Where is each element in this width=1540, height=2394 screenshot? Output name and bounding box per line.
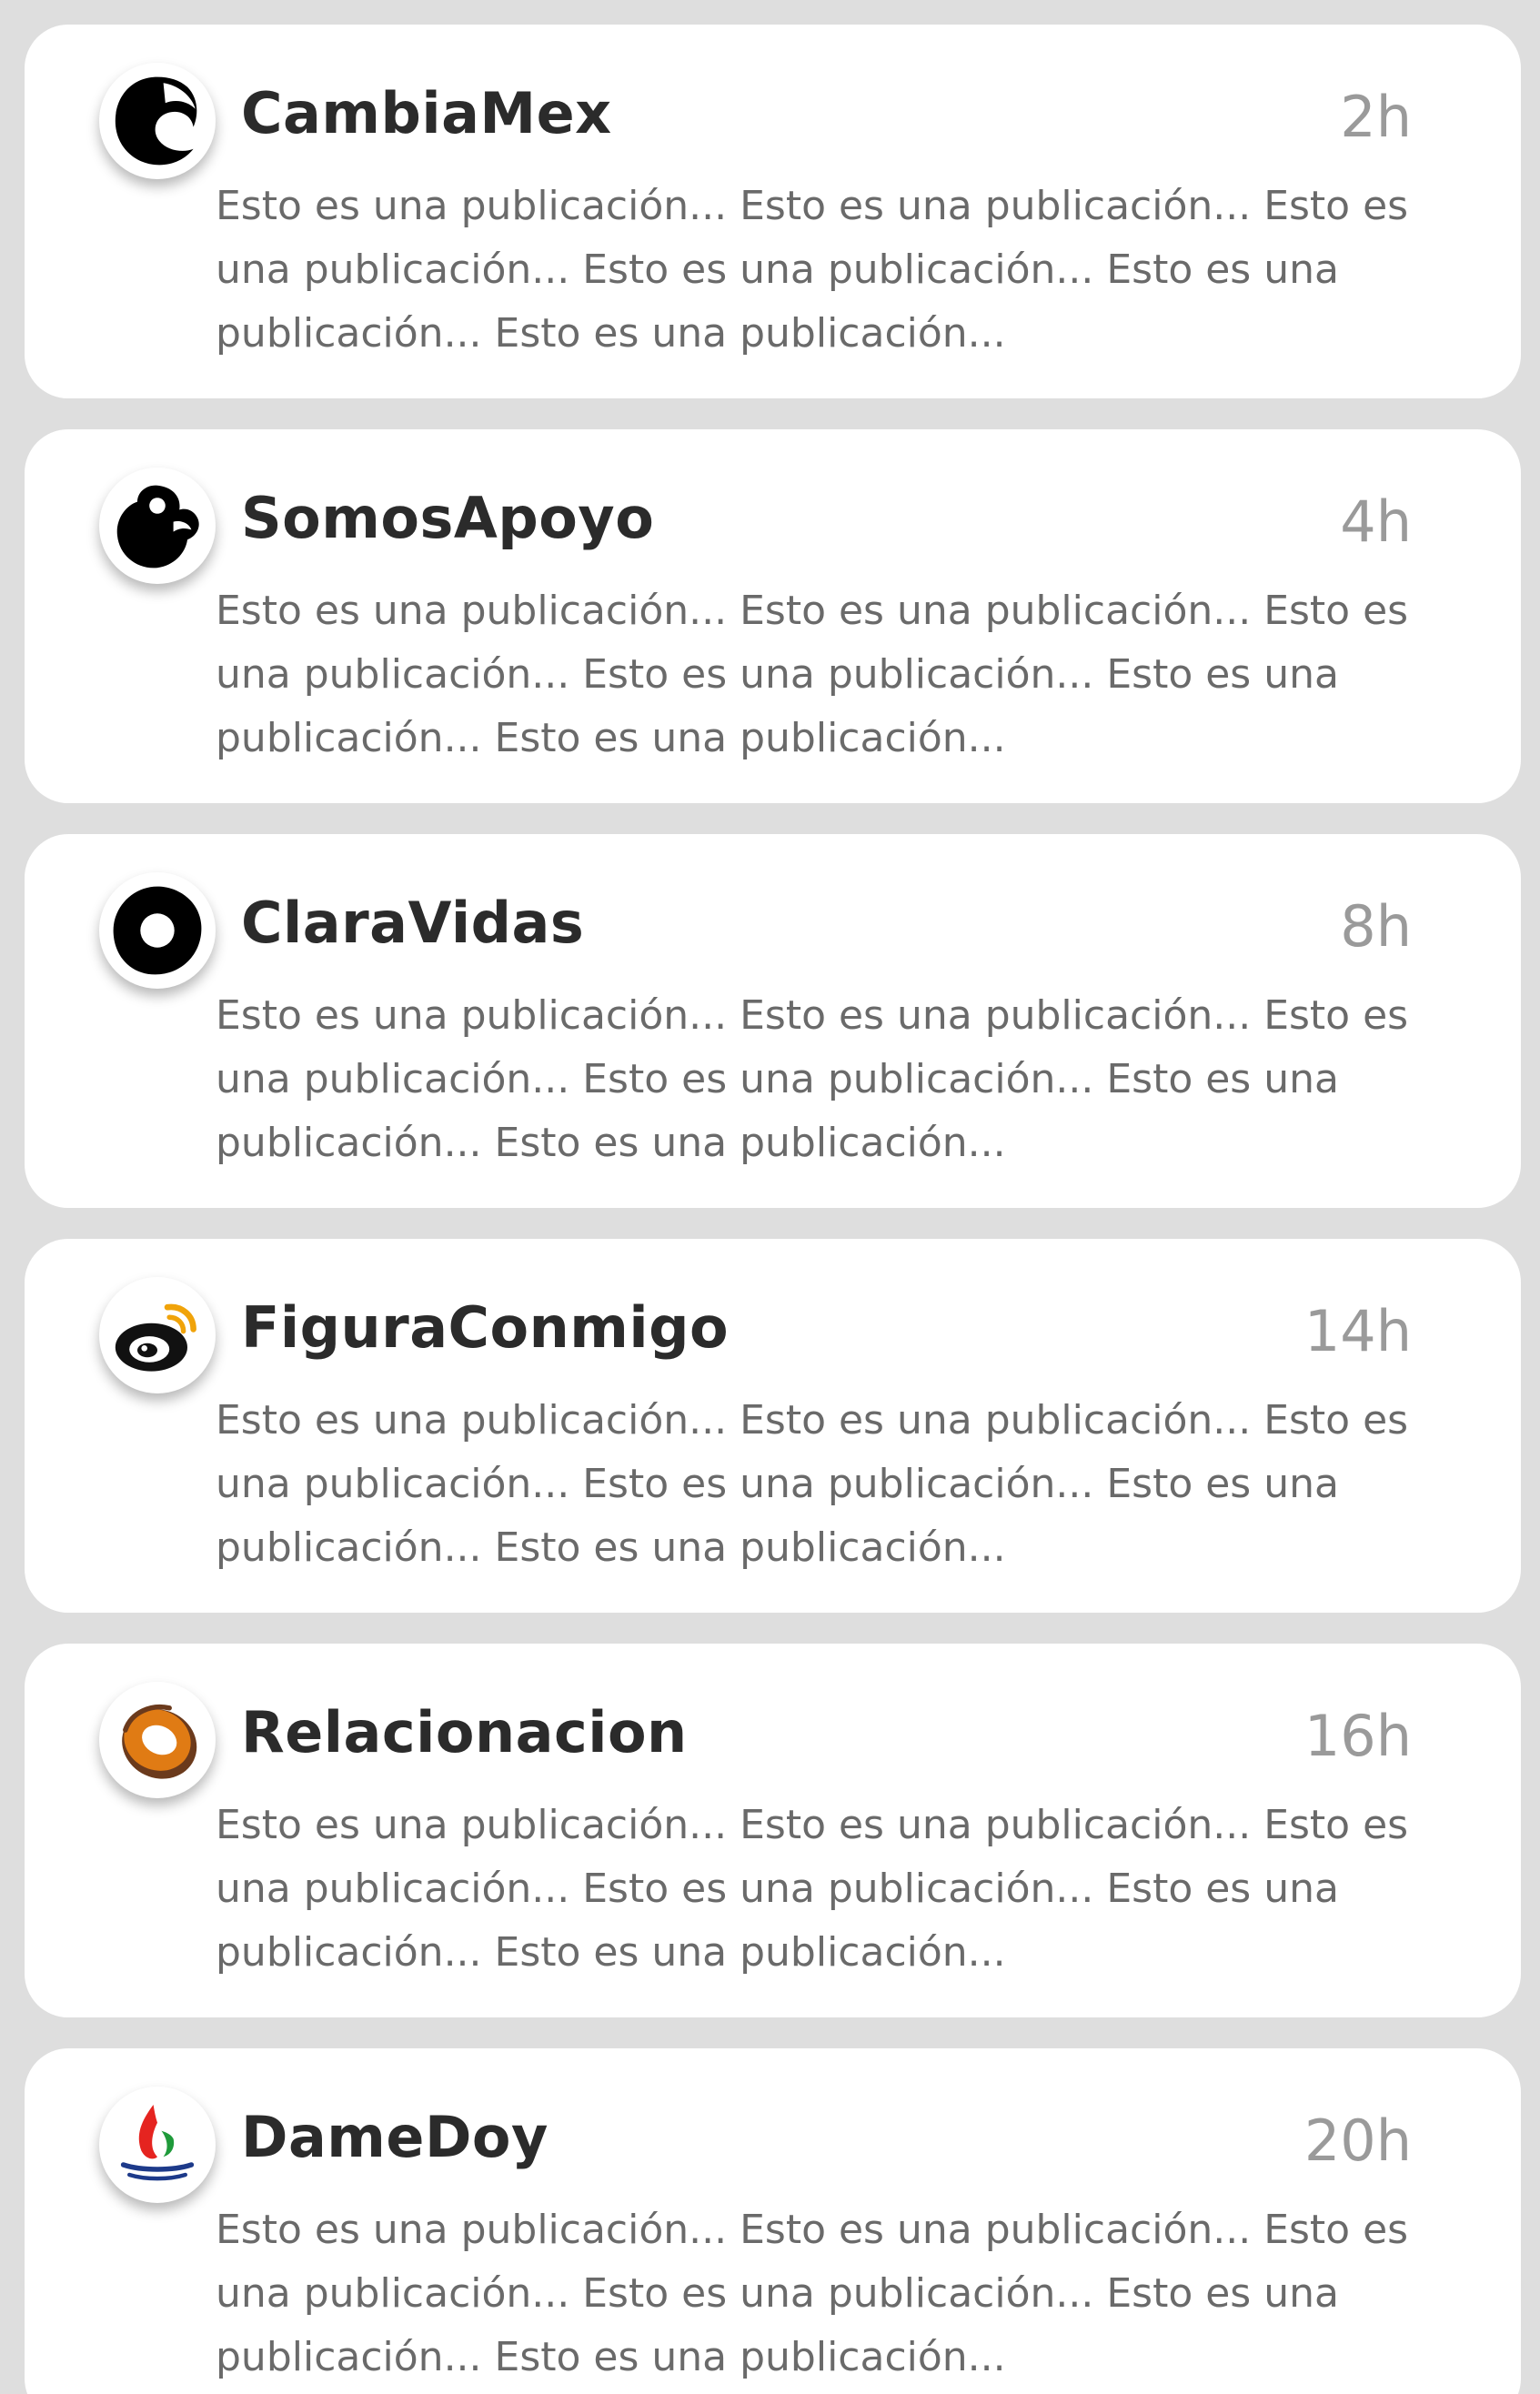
cambiamex-logo-icon[interactable] bbox=[99, 63, 216, 179]
post-timestamp: 2h bbox=[1340, 84, 1412, 150]
post-text: Esto es una publicación... Esto es una p… bbox=[216, 2207, 1409, 2380]
somosapoyo-logo-icon[interactable] bbox=[99, 468, 216, 584]
post-author-name[interactable]: FiguraConmigo bbox=[241, 1295, 729, 1361]
post-card[interactable]: SomosApoyo 4h Esto es una publicación...… bbox=[25, 429, 1521, 803]
post-card[interactable]: CambiaMex 2h Esto es una publicación... … bbox=[25, 25, 1521, 398]
post-author-name[interactable]: DameDoy bbox=[241, 2105, 549, 2170]
damedoy-logo-icon[interactable] bbox=[99, 2087, 216, 2203]
post-author-name[interactable]: Relacionacion bbox=[241, 1700, 688, 1765]
post-timestamp: 8h bbox=[1340, 893, 1412, 960]
post-text: Esto es una publicación... Esto es una p… bbox=[216, 588, 1409, 761]
relacionacion-logo-icon[interactable] bbox=[99, 1682, 216, 1798]
post-timestamp: 4h bbox=[1340, 488, 1412, 555]
post-text: Esto es una publicación... Esto es una p… bbox=[216, 1397, 1409, 1571]
post-author-name[interactable]: CambiaMex bbox=[241, 81, 612, 146]
post-author-name[interactable]: SomosApoyo bbox=[241, 486, 654, 551]
figuraconmigo-logo-icon[interactable] bbox=[99, 1277, 216, 1393]
post-text: Esto es una publicación... Esto es una p… bbox=[216, 183, 1409, 357]
post-text: Esto es una publicación... Esto es una p… bbox=[216, 992, 1409, 1166]
post-card[interactable]: FiguraConmigo 14h Esto es una publicació… bbox=[25, 1239, 1521, 1613]
post-feed: CambiaMex 2h Esto es una publicación... … bbox=[0, 0, 1540, 2394]
post-card[interactable]: Relacionacion 16h Esto es una publicació… bbox=[25, 1644, 1521, 2017]
post-timestamp: 14h bbox=[1303, 1298, 1412, 1364]
post-card[interactable]: DameDoy 20h Esto es una publicación... E… bbox=[25, 2048, 1521, 2394]
post-card[interactable]: ClaraVidas 8h Esto es una publicación...… bbox=[25, 834, 1521, 1208]
post-text: Esto es una publicación... Esto es una p… bbox=[216, 1802, 1409, 1976]
post-timestamp: 20h bbox=[1303, 2107, 1412, 2174]
claravidas-logo-icon[interactable] bbox=[99, 872, 216, 989]
post-timestamp: 16h bbox=[1303, 1703, 1412, 1769]
post-author-name[interactable]: ClaraVidas bbox=[241, 890, 584, 956]
